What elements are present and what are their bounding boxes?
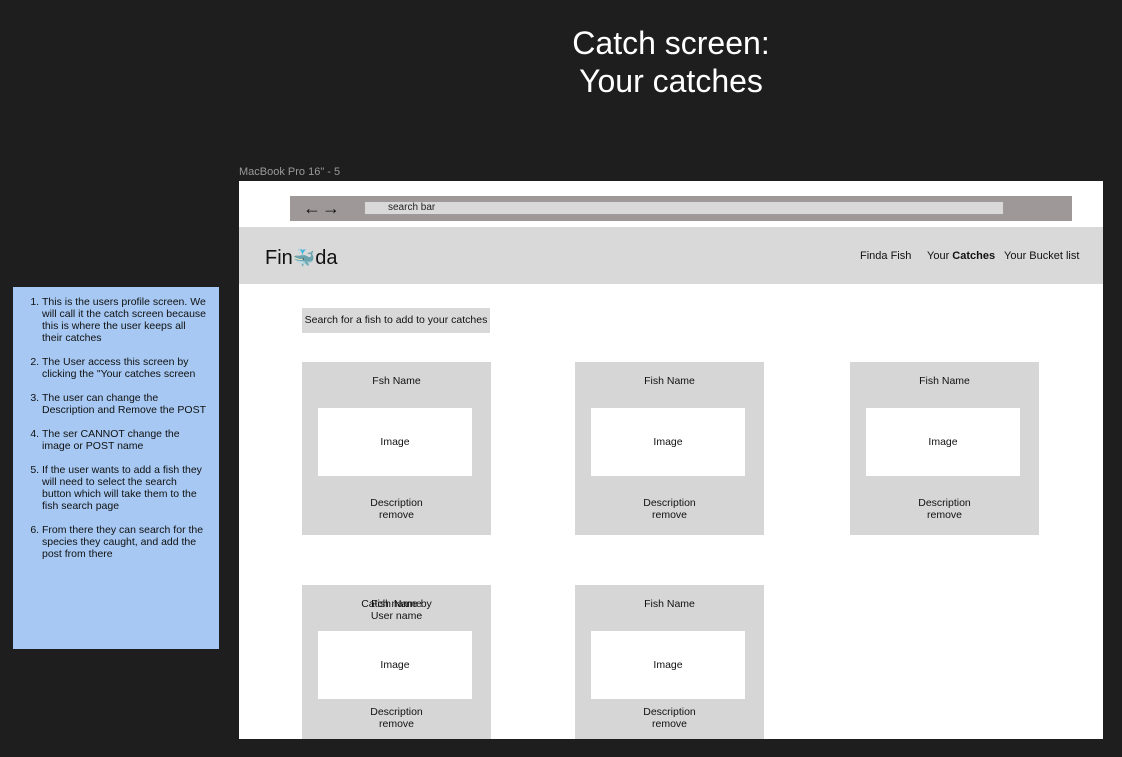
app-header: Fin🐳da Finda Fish Your Catches Your Buck…	[239, 227, 1103, 284]
card-user-name: User name	[370, 610, 423, 622]
card-remove-button[interactable]: remove	[575, 718, 764, 730]
card-remove-button[interactable]: remove	[302, 718, 491, 730]
card-image: Image	[591, 408, 745, 476]
card-fish-name: Fish Name	[644, 598, 695, 610]
card-image: Image	[866, 408, 1020, 476]
card-fish-name: Fish Name	[644, 375, 695, 387]
note-item: This is the users profile screen. We wil…	[42, 296, 208, 344]
catch-card: Fish Name Image Description remove	[575, 362, 764, 535]
nav-your-bucket-list[interactable]: Your Bucket list	[1004, 250, 1079, 262]
card-remove-button[interactable]: remove	[575, 509, 764, 521]
search-fish-button[interactable]: Search for a fish to add to your catches	[302, 308, 490, 333]
card-remove-button[interactable]: remove	[850, 509, 1039, 521]
notes-list: This is the users profile screen. We wil…	[13, 296, 208, 560]
catch-card: Fish Name Catch name by User name Image …	[302, 585, 491, 739]
note-item: The user can change the Description and …	[42, 392, 208, 416]
nav-your-catches-label: Catches	[952, 250, 996, 262]
card-description[interactable]: Description	[302, 706, 491, 718]
logo[interactable]: Fin🐳da	[265, 246, 337, 270]
note-item: The User access this screen by clicking …	[42, 356, 208, 380]
card-fish-name: Fsh Name	[372, 375, 421, 387]
search-bar-input[interactable]	[365, 202, 1003, 214]
forward-arrow-icon[interactable]: →	[322, 197, 340, 219]
card-image: Image	[591, 631, 745, 699]
macbook-frame: ← → Fin🐳da Finda Fish Your Catches Your …	[239, 181, 1103, 739]
browser-bar: ← →	[290, 196, 1072, 221]
back-arrow-icon[interactable]: ←	[303, 197, 321, 219]
note-item: If the user wants to add a fish they wil…	[42, 464, 208, 512]
page-title-line1: Catch screen:	[572, 25, 770, 61]
card-description[interactable]: Description	[850, 497, 1039, 509]
card-description[interactable]: Description	[302, 497, 491, 509]
logo-text-right: da	[315, 247, 338, 269]
note-item: From there they can search for the speci…	[42, 524, 208, 560]
frame-label: MacBook Pro 16" - 5	[239, 166, 341, 178]
page-title-line2: Your catches	[579, 63, 763, 99]
catch-card: Fish Name Image Description remove	[850, 362, 1039, 535]
catch-card: Fsh Name Image Description remove	[302, 362, 491, 535]
page-title: Catch screen: Your catches	[520, 24, 822, 100]
card-fish-name: Fish Name	[919, 375, 970, 387]
note-item: The ser CANNOT change the image or POST …	[42, 428, 208, 452]
card-description[interactable]: Description	[575, 497, 764, 509]
card-image: Image	[318, 631, 472, 699]
card-catch-name: Catch name by	[361, 598, 432, 610]
nav-your-catches-prefix: Your	[927, 250, 953, 262]
whale-icon: 🐳	[292, 248, 316, 268]
card-image: Image	[318, 408, 472, 476]
logo-text-left: Fin	[265, 247, 293, 269]
nav-your-catches[interactable]: Your Catches	[927, 250, 995, 262]
catch-card: Fish Name Image Description remove	[575, 585, 764, 739]
nav-finda-fish[interactable]: Finda Fish	[860, 250, 911, 262]
card-description[interactable]: Description	[575, 706, 764, 718]
notes-panel: This is the users profile screen. We wil…	[13, 287, 219, 649]
card-remove-button[interactable]: remove	[302, 509, 491, 521]
